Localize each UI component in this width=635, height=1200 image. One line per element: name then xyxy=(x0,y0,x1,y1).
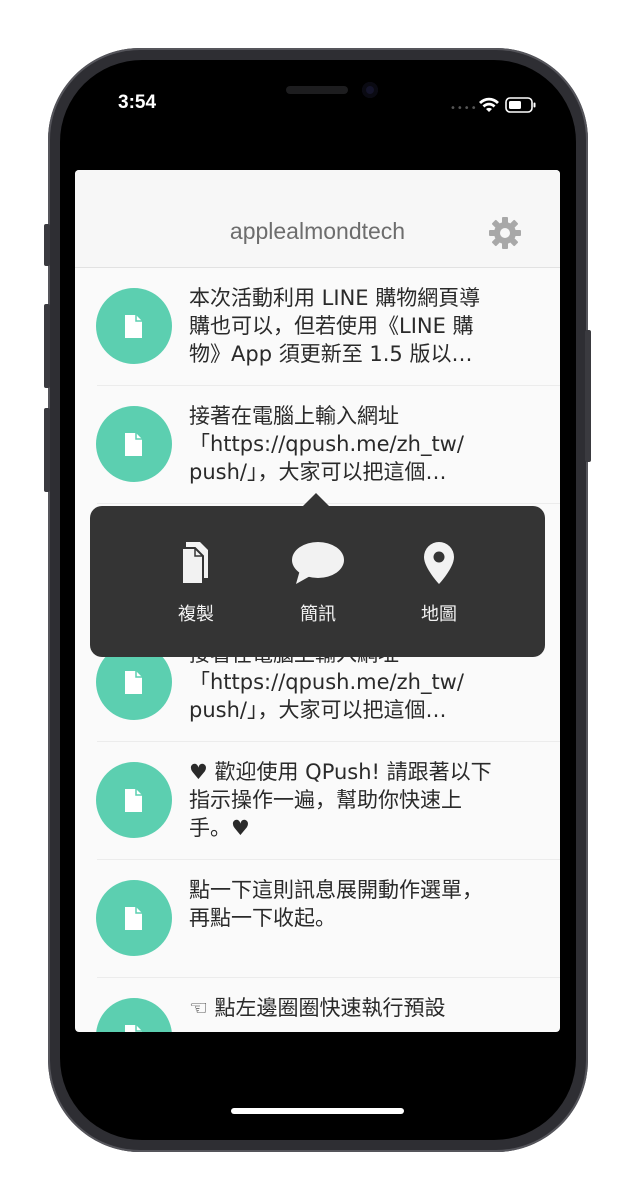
action-menu: 複製 簡訊 地圖 xyxy=(90,506,545,657)
quick-action-circle[interactable] xyxy=(96,288,172,364)
list-item[interactable]: 本次活動利用 LINE 購物網頁導 購也可以，但若使用《LINE 購 物》App… xyxy=(75,268,560,386)
volume-down-button xyxy=(44,408,50,492)
signal-icon: •••• xyxy=(450,103,478,114)
document-icon xyxy=(125,671,142,694)
earpiece-speaker xyxy=(286,86,348,94)
message-action[interactable]: 簡訊 xyxy=(273,540,363,626)
copy-action[interactable]: 複製 xyxy=(151,540,241,626)
app-header: applealmondtech xyxy=(75,170,560,268)
message-bubble-icon xyxy=(292,542,344,584)
list-item[interactable]: 接著在電腦上輸入網址 「https://qpush.me/zh_tw/ push… xyxy=(75,386,560,504)
message-text: ☜ 點左邊圈圈快速執行預設 xyxy=(189,996,446,1020)
silent-switch xyxy=(44,224,50,266)
wifi-icon xyxy=(479,97,499,112)
list-item[interactable]: ☜ 點左邊圈圈快速執行預設 xyxy=(75,978,560,1032)
map-pin-icon xyxy=(424,542,454,584)
quick-action-circle[interactable] xyxy=(96,762,172,838)
map-label: 地圖 xyxy=(421,604,457,625)
power-button xyxy=(585,330,591,462)
message-text: 本次活動利用 LINE 購物網頁導 購也可以，但若使用《LINE 購 物》App… xyxy=(189,286,481,366)
status-time: 3:54 xyxy=(118,92,157,113)
document-icon xyxy=(125,789,142,812)
message-text: ♥ 歡迎使用 QPush! 請跟著以下 指示操作一遍，幫助你快速上 手。♥ xyxy=(189,760,492,840)
copy-icon xyxy=(181,542,208,585)
map-action[interactable]: 地圖 xyxy=(394,540,484,626)
document-icon xyxy=(125,1025,142,1032)
gear-icon[interactable] xyxy=(488,216,522,250)
battery-icon xyxy=(505,97,536,113)
copy-label: 複製 xyxy=(178,604,214,625)
front-camera xyxy=(362,82,378,98)
quick-action-circle[interactable] xyxy=(96,880,172,956)
popup-arrow xyxy=(302,493,330,507)
message-text: 接著在電腦上輸入網址 「https://qpush.me/zh_tw/ push… xyxy=(189,404,464,484)
document-icon xyxy=(125,315,142,338)
quick-action-circle[interactable] xyxy=(96,406,172,482)
volume-up-button xyxy=(44,304,50,388)
document-icon xyxy=(125,433,142,456)
quick-action-circle[interactable] xyxy=(96,998,172,1032)
document-icon xyxy=(125,907,142,930)
home-indicator[interactable] xyxy=(231,1108,404,1114)
message-text: 點一下這則訊息展開動作選單， 再點一下收起。 xyxy=(189,878,483,930)
list-item[interactable]: 點一下這則訊息展開動作選單， 再點一下收起。 xyxy=(75,860,560,978)
message-label: 簡訊 xyxy=(300,604,336,625)
list-item[interactable]: ♥ 歡迎使用 QPush! 請跟著以下 指示操作一遍，幫助你快速上 手。♥ xyxy=(75,742,560,860)
